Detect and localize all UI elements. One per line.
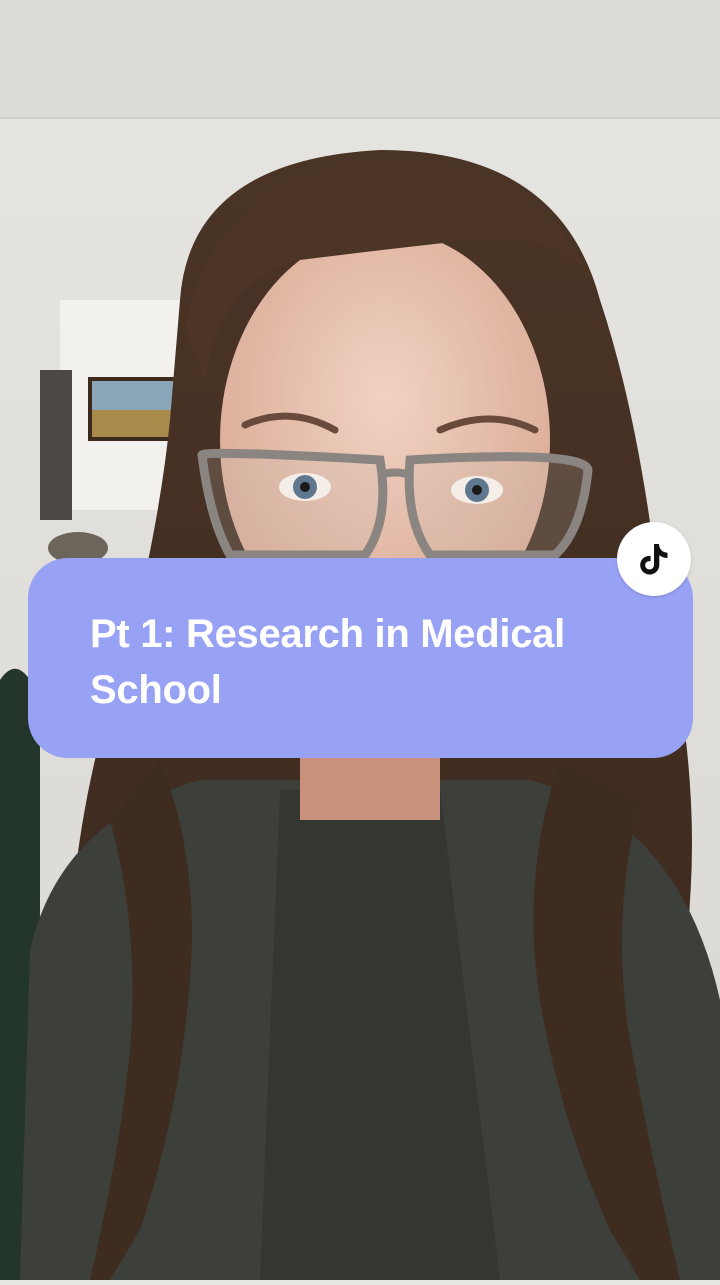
tiktok-badge[interactable] <box>617 522 691 596</box>
caption-card: Pt 1: Research in Medical School <box>28 558 693 758</box>
caption-text: Pt 1: Research in Medical School <box>90 612 565 712</box>
tiktok-logo-icon <box>640 544 668 575</box>
